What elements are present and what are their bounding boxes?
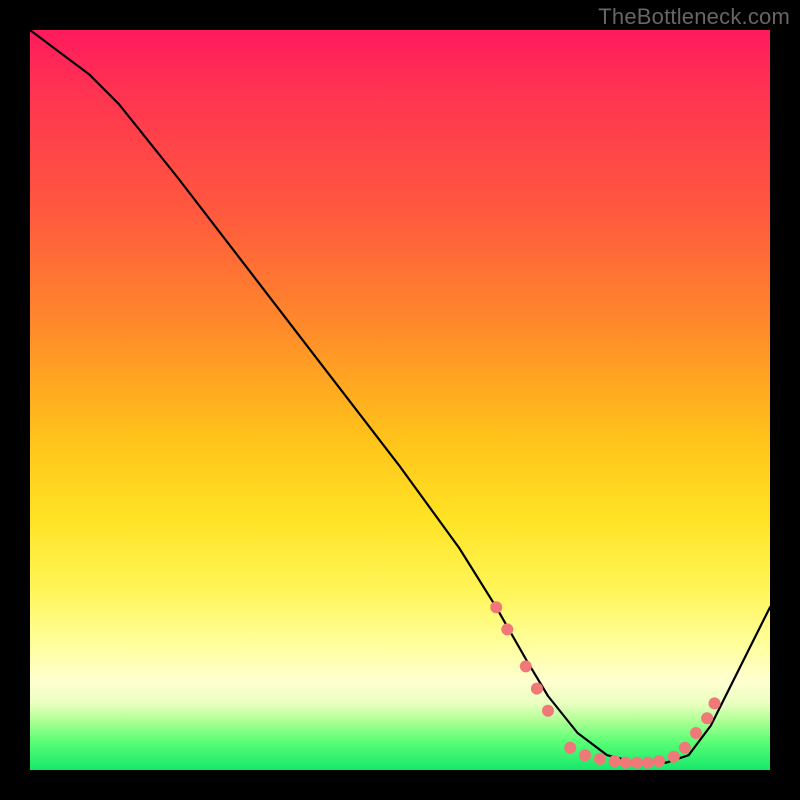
bottleneck-curve (30, 30, 770, 763)
data-marker (490, 601, 502, 613)
marker-group (490, 601, 720, 768)
data-marker (701, 712, 713, 724)
data-marker (653, 755, 665, 767)
plot-area (30, 30, 770, 770)
watermark-text: TheBottleneck.com (598, 4, 790, 30)
chart-frame: TheBottleneck.com (0, 0, 800, 800)
data-marker (564, 742, 576, 754)
data-marker (690, 727, 702, 739)
data-marker (631, 757, 643, 769)
data-marker (668, 751, 680, 763)
data-marker (501, 623, 513, 635)
data-marker (642, 757, 654, 769)
data-marker (679, 742, 691, 754)
data-marker (542, 705, 554, 717)
data-marker (531, 683, 543, 695)
curve-layer (30, 30, 770, 770)
data-marker (609, 755, 621, 767)
data-marker (594, 753, 606, 765)
data-marker (709, 697, 721, 709)
data-marker (579, 749, 591, 761)
data-marker (620, 757, 632, 769)
data-marker (520, 660, 532, 672)
